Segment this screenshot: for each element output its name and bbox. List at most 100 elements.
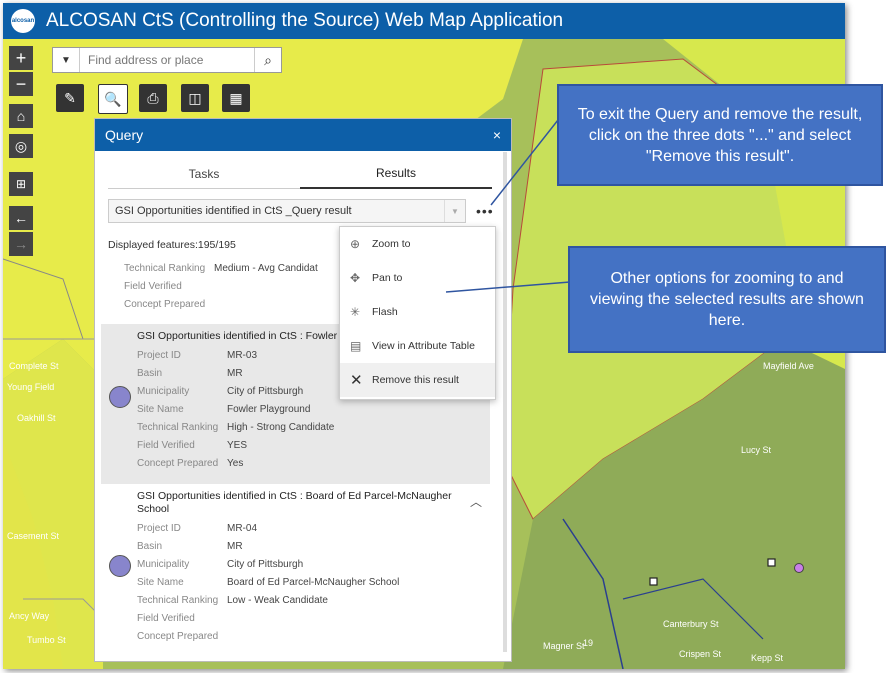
home-icon: ⌂ [16,108,26,124]
field-value: Yes [227,457,244,469]
map-marker-selected[interactable] [794,563,804,573]
field-label: Technical Ranking [137,594,219,606]
query-panel-header: Query × [95,119,511,151]
field-value: Low - Weak Candidate [227,594,328,606]
layers-icon: ◫ [188,89,202,106]
field-label: Project ID [137,522,181,534]
field-label: Municipality [137,385,190,397]
field-label: Field Verified [124,280,182,292]
table-icon: ▤ [350,339,362,353]
map-marker[interactable] [767,558,776,567]
chevron-up-icon[interactable]: ︿ [470,493,482,510]
more-options-button[interactable]: ••• [476,203,494,219]
search-box[interactable]: ▼ Find address or place ⌕ [52,47,282,73]
home-button[interactable]: ⌂ [9,104,33,128]
map-label: Canterbury St [663,619,719,629]
app-title: ALCOSAN CtS (Controlling the Source) Web… [46,10,564,31]
arrow-right-icon: → [14,236,28,252]
feature-title: GSI Opportunities identified in CtS : Bo… [137,490,452,515]
result-select[interactable]: GSI Opportunities identified in CtS _Que… [108,199,466,223]
field-label: Concept Prepared [137,630,219,642]
search-source-dropdown[interactable]: ▼ [53,48,80,72]
list-item[interactable]: GSI Opportunities identified in CtS : Bo… [101,487,490,647]
pan-to-icon: ✥ [350,271,361,285]
field-label: Concept Prepared [137,457,219,469]
field-label: Basin [137,367,163,379]
close-button[interactable]: × [493,127,501,143]
chevron-down-icon[interactable]: ▼ [444,200,465,222]
field-value: MR [227,540,243,552]
fullscreen-icon: ⊞ [15,177,27,191]
zoom-in-button[interactable]: + [9,46,33,70]
field-label: Field Verified [137,439,195,451]
results-scrollbar[interactable] [503,152,507,652]
search-button[interactable]: ⌕ [254,48,281,72]
locate-button[interactable]: ◎ [9,134,33,158]
menu-item-flash[interactable]: ✳ Flash [340,295,495,329]
map-marker[interactable] [649,577,658,586]
field-label: Project ID [137,349,181,361]
previous-extent-button[interactable]: ← [9,206,33,230]
map-label: Kepp St [751,653,784,663]
draw-tool-button[interactable]: ✎ [56,84,84,112]
callout-exit-query: To exit the Query and remove the result,… [557,84,883,186]
callout-other-options: Other options for zooming to and viewing… [568,246,886,353]
menu-item-label: Flash [372,306,398,318]
map-label: Young Field [7,382,54,392]
menu-item-remove-this-result[interactable]: ✕ Remove this result [340,363,495,397]
map-label: Complete St [9,361,59,371]
map-label: Magner St [543,641,585,651]
field-value: City of Pittsburgh [227,385,304,397]
menu-item-label: View in Attribute Table [372,340,475,352]
query-icon: 🔍 [104,90,122,107]
menu-item-zoom-to[interactable]: ⊕ Zoom to [340,227,495,261]
basemap-gallery-button[interactable]: ▦ [222,84,250,112]
map-label: Tumbo St [27,635,66,645]
pencil-icon: ✎ [64,89,76,106]
tab-tasks[interactable]: Tasks [108,159,300,189]
print-tool-button[interactable]: ⎙ [139,84,167,112]
locate-icon: ◎ [14,137,28,154]
displayed-features-count: Displayed features:195/195 [108,239,236,251]
map-label: Lucy St [741,445,772,455]
fullscreen-button[interactable]: ⊞ [9,172,33,196]
field-label: Basin [137,540,163,552]
layer-list-button[interactable]: ◫ [181,84,209,112]
map-label: Oakhill St [17,413,56,423]
field-label: Concept Prepared [124,298,206,310]
zoom-to-icon: ⊕ [350,237,361,251]
chevron-down-icon: ▼ [61,54,71,66]
field-value: High - Strong Candidate [227,421,335,433]
menu-item-label: Pan to [372,272,403,284]
map-label: Casement St [7,531,60,541]
menu-item-view-in-attribute-table[interactable]: ▤ View in Attribute Table [340,329,495,363]
field-value: Fowler Playground [227,403,311,415]
tab-results[interactable]: Results [300,159,492,189]
query-tool-button[interactable]: 🔍 [98,84,128,114]
field-value: MR [227,367,243,379]
menu-item-label: Zoom to [372,238,411,250]
field-value: MR-03 [227,349,258,361]
menu-item-label: Remove this result [372,374,459,386]
search-input[interactable]: Find address or place [80,53,254,67]
zoom-out-button[interactable]: − [9,72,33,96]
menu-item-pan-to[interactable]: ✥ Pan to [340,261,495,295]
query-tabs: Tasks Results [108,159,492,189]
field-label: Site Name [137,403,184,415]
map-label: Ancy Way [9,611,50,621]
title-bar: alcosan ALCOSAN CtS (Controlling the Sou… [3,3,845,39]
feature-symbol [109,555,131,577]
search-icon: ⌕ [264,51,272,68]
query-panel-title: Query [105,127,144,143]
field-label: Field Verified [137,612,195,624]
field-label: Site Name [137,576,184,588]
alcosan-logo: alcosan [11,9,35,33]
field-value: City of Pittsburgh [227,558,304,570]
map-label: Crispen St [679,649,722,659]
field-label: Technical Ranking [137,421,219,433]
next-extent-button[interactable]: → [9,232,33,256]
grid-icon: ▦ [229,89,243,106]
close-icon: ✕ [350,372,363,389]
map-label: Mayfield Ave [763,361,814,371]
flash-icon: ✳ [350,305,361,319]
